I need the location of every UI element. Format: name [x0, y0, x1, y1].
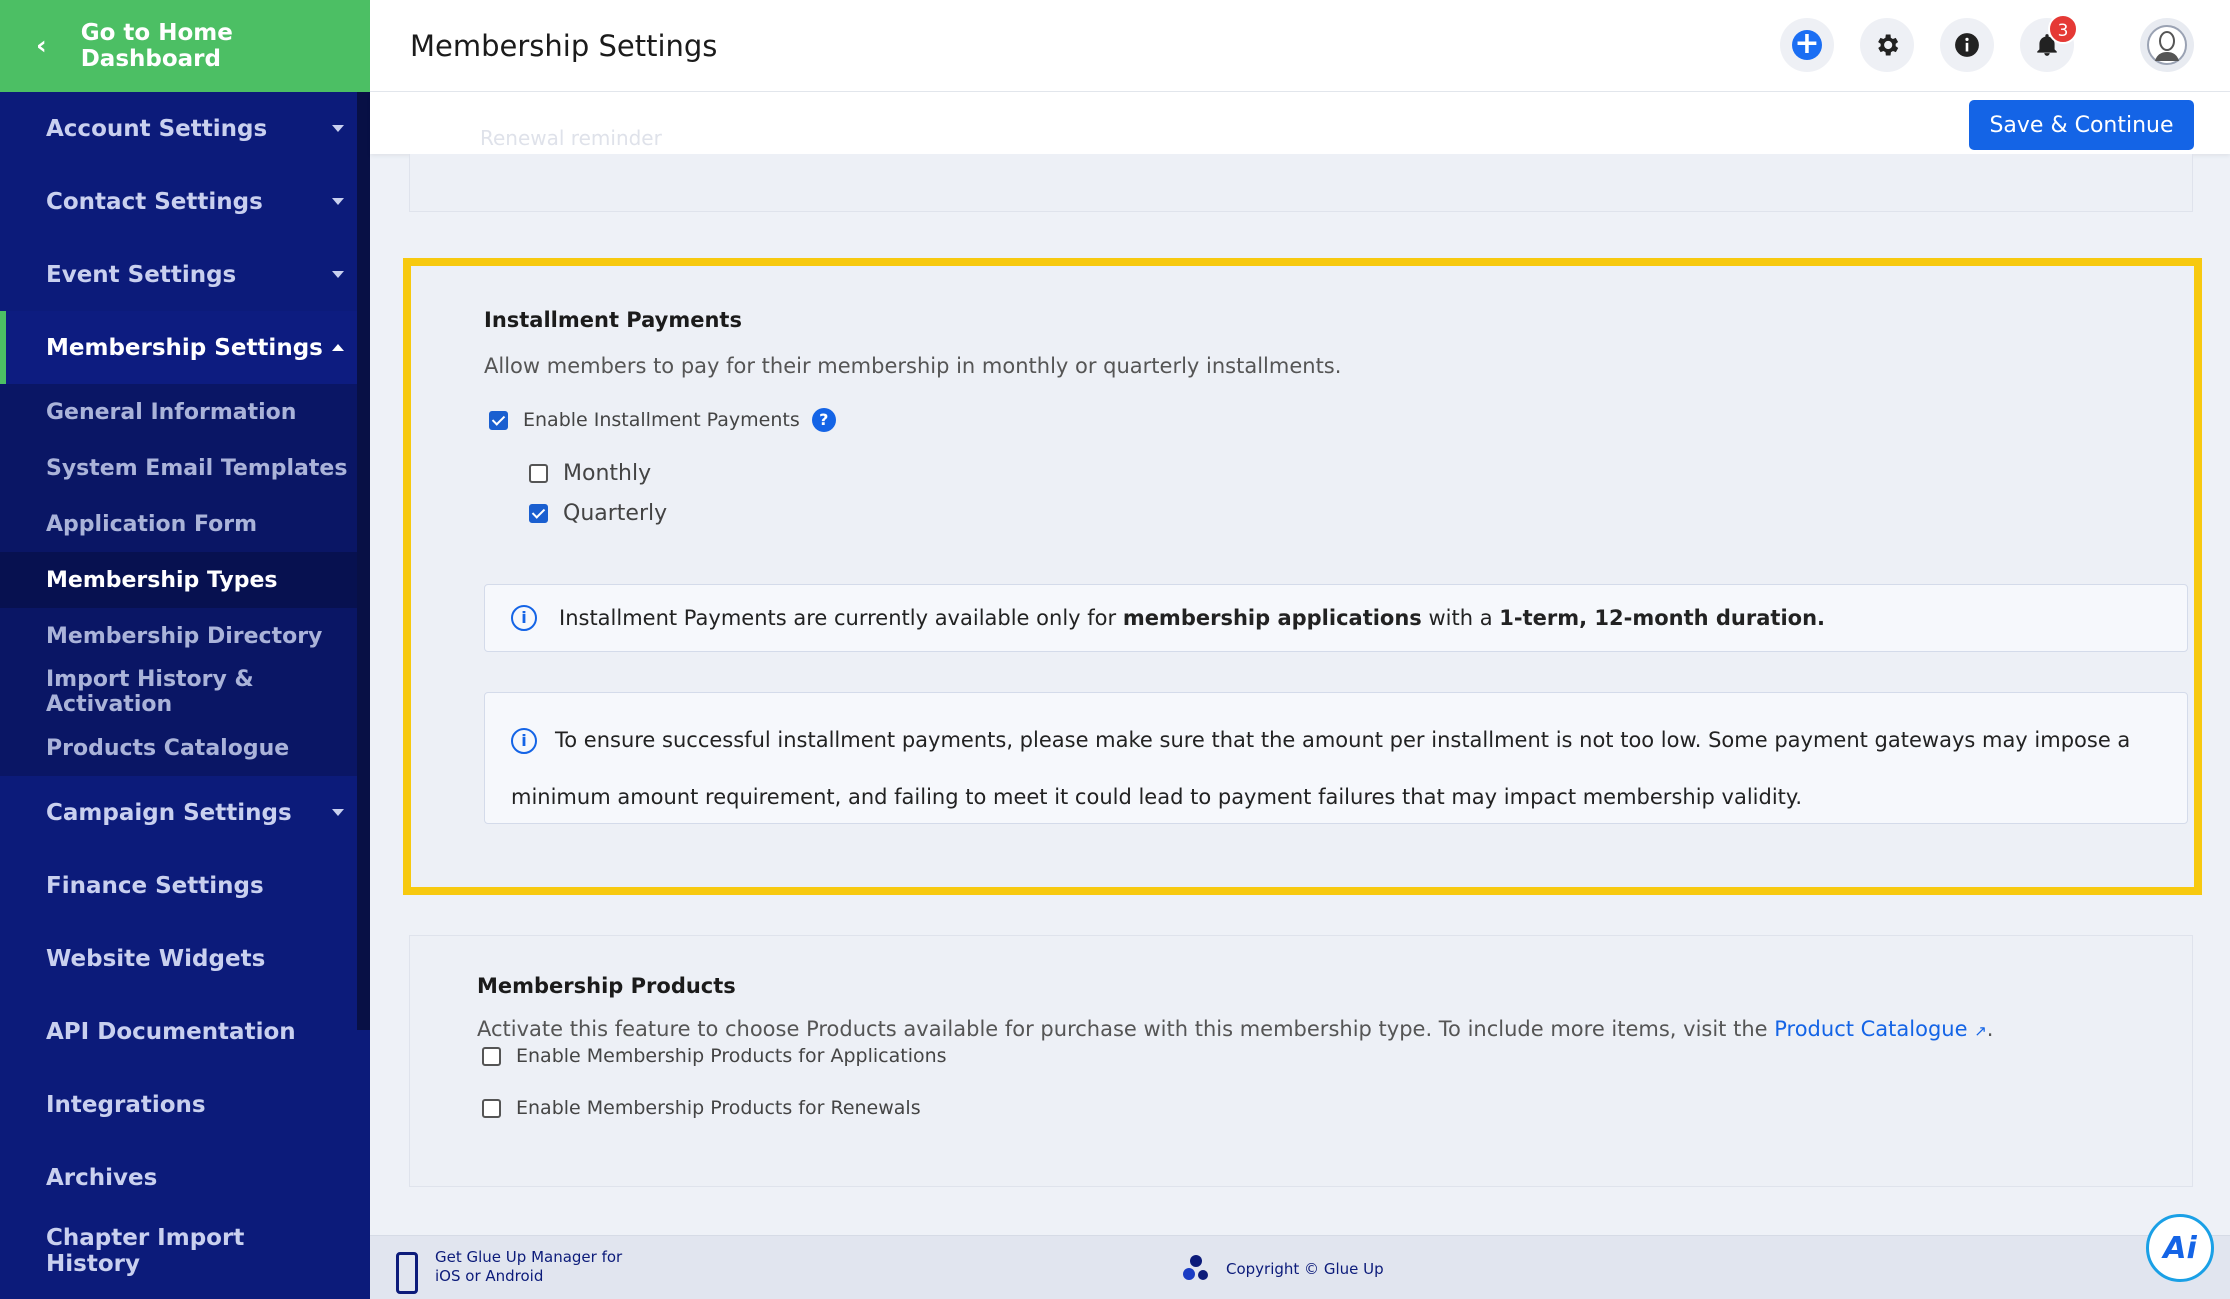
- caret-up-icon: [332, 344, 344, 351]
- sidebar-item-api-documentation[interactable]: API Documentation: [0, 995, 370, 1068]
- home-dashboard-link[interactable]: ‹ Go to Home Dashboard: [0, 0, 370, 92]
- sidebar-item-label: Chapter Import History: [46, 1224, 245, 1277]
- info2-line2: minimum amount requirement, and failing …: [511, 785, 1803, 809]
- sidebar-item-website-widgets[interactable]: Website Widgets: [0, 922, 370, 995]
- sidebar-item-label: Account Settings: [46, 115, 268, 142]
- sidebar-item-campaign-settings[interactable]: Campaign Settings: [0, 776, 370, 849]
- monthly-label: Monthly: [563, 461, 652, 486]
- sidebar-item-label: Membership Settings: [46, 334, 323, 361]
- products-applications-checkbox[interactable]: Enable Membership Products for Applicati…: [482, 1045, 947, 1067]
- sidebar-item-event-settings[interactable]: Event Settings: [0, 238, 370, 311]
- footer: Get Glue Up Manager for iOS or Android C…: [370, 1235, 2230, 1299]
- page-title: Membership Settings: [410, 28, 718, 63]
- checkbox-unchecked[interactable]: [482, 1046, 501, 1066]
- caret-down-icon: [332, 809, 344, 816]
- products-section-title: Membership Products: [477, 974, 736, 998]
- settings-nav: Account Settings Contact Settings Event …: [0, 92, 370, 1287]
- mobile-promo-line1: Get Glue Up Manager for: [435, 1248, 623, 1266]
- caret-down-icon: [332, 198, 344, 205]
- header-actions: + 3: [1780, 14, 2194, 72]
- installment-section-description: Allow members to pay for their membershi…: [484, 354, 1342, 378]
- gear-icon: [1878, 34, 1899, 56]
- monthly-checkbox[interactable]: Monthly: [529, 461, 651, 486]
- home-dashboard-label: Go to Home Dashboard: [80, 20, 233, 72]
- submenu-item-membership-types[interactable]: Membership Types: [0, 552, 370, 608]
- mobile-app-promo[interactable]: Get Glue Up Manager for iOS or Android: [435, 1248, 655, 1286]
- sidebar: ‹ Go to Home Dashboard Account Settings …: [0, 0, 370, 1299]
- enable-installment-label: Enable Installment Payments: [523, 409, 800, 431]
- sidebar-item-label: Archives: [46, 1164, 158, 1191]
- membership-submenu: General Information System Email Templat…: [0, 384, 370, 776]
- help-icon[interactable]: ?: [811, 408, 836, 432]
- save-continue-button[interactable]: Save & Continue: [1969, 100, 2194, 150]
- submenu-item-general-information[interactable]: General Information: [0, 384, 370, 440]
- products-renewals-label: Enable Membership Products for Renewals: [516, 1097, 921, 1119]
- submenu-item-import-history[interactable]: Import History & Activation: [0, 664, 370, 720]
- sidebar-item-label: Campaign Settings: [46, 799, 292, 826]
- sidebar-item-label: Contact Settings: [46, 188, 263, 215]
- top-header: Membership Settings + 3: [370, 0, 2230, 92]
- mobile-promo-line2: iOS or Android: [435, 1267, 544, 1285]
- product-catalogue-link[interactable]: Product Catalogue ↗: [1774, 1017, 1987, 1041]
- info-circle-icon: i: [511, 728, 537, 754]
- user-avatar-icon: [2147, 25, 2187, 65]
- glue-up-logo-icon: [1183, 1255, 1208, 1280]
- sidebar-item-label: Event Settings: [46, 261, 237, 288]
- chevron-left-icon: ‹: [36, 31, 47, 61]
- products-renewals-checkbox[interactable]: Enable Membership Products for Renewals: [482, 1097, 921, 1119]
- ai-assistant-button[interactable]: Ai: [2146, 1214, 2214, 1282]
- products-section-description: Activate this feature to choose Products…: [477, 1017, 1994, 1041]
- info-circle-icon: i: [511, 605, 537, 631]
- sidebar-item-label: Integrations: [46, 1091, 206, 1118]
- checkbox-unchecked[interactable]: [482, 1098, 501, 1118]
- enable-installment-checkbox[interactable]: Enable Installment Payments ?: [489, 408, 836, 432]
- add-button[interactable]: +: [1780, 18, 1834, 72]
- settings-button[interactable]: [1860, 18, 1914, 72]
- caret-down-icon: [332, 125, 344, 132]
- checkbox-checked[interactable]: [489, 410, 508, 430]
- sidebar-item-archives[interactable]: Archives: [0, 1141, 370, 1214]
- info-icon: [1955, 33, 1979, 57]
- notifications-button[interactable]: 3: [2020, 14, 2078, 72]
- sidebar-item-finance-settings[interactable]: Finance Settings: [0, 849, 370, 922]
- submenu-item-system-email-templates[interactable]: System Email Templates: [0, 440, 370, 496]
- sidebar-item-label: Website Widgets: [46, 945, 266, 972]
- membership-products-panel: Membership Products Activate this featur…: [409, 935, 2193, 1187]
- faded-scrolled-option: Renewal reminder: [480, 126, 662, 150]
- quarterly-label: Quarterly: [563, 501, 668, 526]
- submenu-item-products-catalogue[interactable]: Products Catalogue: [0, 720, 370, 776]
- sidebar-item-label: Finance Settings: [46, 872, 264, 899]
- external-link-icon: ↗: [1974, 1022, 1987, 1040]
- submenu-item-application-form[interactable]: Application Form: [0, 496, 370, 552]
- notification-count-badge: 3: [2048, 14, 2078, 44]
- plus-icon: +: [1792, 29, 1822, 60]
- sidebar-item-integrations[interactable]: Integrations: [0, 1068, 370, 1141]
- copyright-text: Copyright © Glue Up: [1226, 1260, 1384, 1278]
- submenu-item-membership-directory[interactable]: Membership Directory: [0, 608, 370, 664]
- duration-info-notice: i Installment Payments are currently ava…: [484, 584, 2188, 652]
- sidebar-item-chapter-import-history[interactable]: Chapter Import History: [0, 1214, 370, 1287]
- checkbox-checked[interactable]: [529, 504, 548, 523]
- avatar[interactable]: [2140, 18, 2194, 72]
- info2-line1: i To ensure successful installment paymen…: [511, 707, 2167, 773]
- products-applications-label: Enable Membership Products for Applicati…: [516, 1045, 947, 1067]
- installment-section-title: Installment Payments: [484, 308, 742, 332]
- quarterly-checkbox[interactable]: Quarterly: [529, 501, 667, 526]
- sidebar-item-contact-settings[interactable]: Contact Settings: [0, 165, 370, 238]
- sidebar-item-account-settings[interactable]: Account Settings: [0, 92, 370, 165]
- save-toolbar: Renewal reminder Save & Continue: [370, 92, 2230, 154]
- minimum-amount-info-notice: i To ensure successful installment paymen…: [484, 692, 2188, 824]
- sidebar-item-membership-settings[interactable]: Membership Settings: [0, 311, 370, 384]
- info1-text: Installment Payments are currently avail…: [559, 606, 1826, 630]
- mobile-phone-icon: [396, 1252, 418, 1294]
- installment-payments-panel: Installment Payments Allow members to pa…: [403, 258, 2202, 895]
- info-button[interactable]: [1940, 18, 1994, 72]
- caret-down-icon: [332, 271, 344, 278]
- checkbox-unchecked[interactable]: [529, 464, 548, 483]
- sidebar-item-label: API Documentation: [46, 1018, 296, 1045]
- sidebar-scrollbar[interactable]: [357, 92, 370, 1030]
- previous-section-panel: [409, 154, 2193, 212]
